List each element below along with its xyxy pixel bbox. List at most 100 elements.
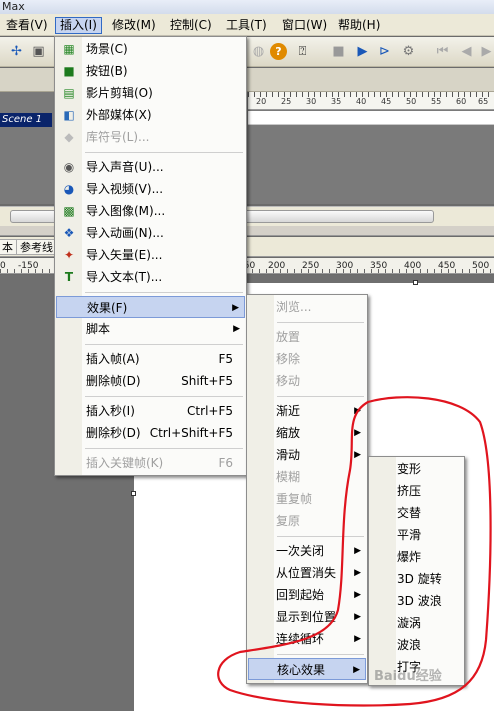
select-icon[interactable]: ▣ bbox=[30, 43, 47, 60]
effects-item-close-once[interactable]: 一次关闭 ▶ bbox=[248, 540, 366, 562]
submenu-arrow-icon: ▶ bbox=[354, 450, 361, 460]
timeline-ruler-label: 25 bbox=[281, 97, 292, 106]
submenu-arrow-icon: ▶ bbox=[354, 546, 361, 556]
effects-item-core-effects[interactable]: 核心效果 ▶ bbox=[248, 658, 366, 680]
timeline-ruler-label: 50 bbox=[406, 97, 417, 106]
scene-row[interactable]: Scene 1 bbox=[0, 113, 52, 127]
effects-item-zoom[interactable]: 缩放 ▶ bbox=[248, 422, 366, 444]
canvas-handle[interactable] bbox=[413, 280, 418, 285]
effects-item-vanish[interactable]: 从位置消失 ▶ bbox=[248, 562, 366, 584]
menu-item-effects[interactable]: 效果(F) ▶ bbox=[56, 296, 245, 318]
submenu-arrow-icon: ▶ bbox=[354, 428, 361, 438]
core-item-3d-rotate[interactable]: 3D 旋转 bbox=[370, 568, 463, 590]
timeline-ruler-label: 30 bbox=[306, 97, 317, 106]
effects-item-fade[interactable]: 渐近 ▶ bbox=[248, 400, 366, 422]
menu-item-library-symbol[interactable]: ◆ 库符号(L)... bbox=[56, 126, 245, 148]
effects-item-browse[interactable]: 浏览... bbox=[248, 296, 366, 318]
menu-item-button[interactable]: ■ 按钮(B) bbox=[56, 60, 245, 82]
import-video-icon: ◕ bbox=[63, 182, 75, 196]
import-vector-icon: ✦ bbox=[63, 248, 75, 262]
menu-item-external-media[interactable]: ◧ 外部媒体(X) bbox=[56, 104, 245, 126]
effects-item-show-to-position[interactable]: 显示到位置 ▶ bbox=[248, 606, 366, 628]
menu-item-import-video[interactable]: ◕ 导入视频(V)... bbox=[56, 178, 245, 200]
prev-frame-icon[interactable]: ◀ bbox=[458, 43, 475, 60]
insert-menu: ▦ 场景(C) ■ 按钮(B) ▤ 影片剪辑(O) ◧ 外部媒体(X) ◆ 库符号(L).… bbox=[54, 36, 247, 476]
timeline-ruler-label: 55 bbox=[431, 97, 442, 106]
menu-control[interactable]: 控制(C) bbox=[166, 17, 216, 34]
next-frame-icon[interactable]: ▶ bbox=[478, 43, 494, 60]
effects-item-place[interactable]: 放置 bbox=[248, 326, 366, 348]
tab-left[interactable]: 本 bbox=[0, 239, 17, 255]
timeline-ruler-label: 60 bbox=[456, 97, 467, 106]
menu-item-import-animation[interactable]: ❖ 导入动画(N)... bbox=[56, 222, 245, 244]
lock-icon[interactable]: ◍ bbox=[250, 43, 267, 60]
submenu-arrow-icon: ▶ bbox=[233, 324, 240, 334]
timeline-ruler-label: 65 bbox=[478, 97, 489, 106]
core-item-smooth[interactable]: 平滑 bbox=[370, 524, 463, 546]
timeline-frames[interactable] bbox=[248, 111, 494, 125]
submenu-arrow-icon: ▶ bbox=[354, 406, 361, 416]
help-icon[interactable]: ? bbox=[270, 43, 287, 60]
stop-icon[interactable]: ■ bbox=[330, 43, 347, 60]
core-item-alternate[interactable]: 交替 bbox=[370, 502, 463, 524]
submenu-arrow-icon: ▶ bbox=[354, 568, 361, 578]
play-icon[interactable]: ▶ bbox=[354, 43, 371, 60]
tab-guides[interactable]: 参考线 bbox=[16, 239, 57, 255]
menu-modify[interactable]: 修改(M) bbox=[108, 17, 160, 34]
context-help-icon[interactable]: ⍰ bbox=[294, 43, 311, 60]
import-sound-icon: ◉ bbox=[63, 160, 75, 174]
timeline-ruler-label: 45 bbox=[381, 97, 392, 106]
menu-item-scene[interactable]: ▦ 场景(C) bbox=[56, 38, 245, 60]
menu-item-import-image[interactable]: ▩ 导入图像(M)... bbox=[56, 200, 245, 222]
library-symbol-icon: ◆ bbox=[64, 130, 74, 144]
core-item-morph[interactable]: 变形 bbox=[370, 458, 463, 480]
submenu-arrow-icon: ▶ bbox=[354, 612, 361, 622]
window-title: Max bbox=[0, 0, 494, 14]
canvas-handle[interactable] bbox=[131, 491, 136, 496]
menu-item-delete-second[interactable]: 删除秒(D) Ctrl+Shift+F5 bbox=[56, 422, 245, 444]
menu-item-movieclip[interactable]: ▤ 影片剪辑(O) bbox=[56, 82, 245, 104]
watermark: Baidu经验 bbox=[374, 669, 442, 684]
menu-view[interactable]: 查看(V) bbox=[2, 17, 52, 34]
menu-help[interactable]: 帮助(H) bbox=[334, 17, 384, 34]
menu-item-insert-second[interactable]: 插入秒(I) Ctrl+F5 bbox=[56, 400, 245, 422]
core-item-wave[interactable]: 波浪 bbox=[370, 634, 463, 656]
timeline-ruler-label: 35 bbox=[331, 97, 342, 106]
core-item-vortex[interactable]: 漩涡 bbox=[370, 612, 463, 634]
menu-bar: 查看(V) 插入(I) 修改(M) 控制(C) 工具(T) 窗口(W) 帮助(H… bbox=[0, 14, 494, 36]
menu-item-import-text[interactable]: T 导入文本(T)... bbox=[56, 266, 245, 288]
menu-tools[interactable]: 工具(T) bbox=[222, 17, 271, 34]
effects-item-move[interactable]: 移动 bbox=[248, 370, 366, 392]
submenu-arrow-icon: ▶ bbox=[232, 303, 239, 313]
core-effects-submenu: 变形 挤压 交替 平滑 爆炸 3D 旋转 3D 波浪 漩涡 波浪 打字 bbox=[368, 456, 465, 686]
effects-item-remove[interactable]: 移除 bbox=[248, 348, 366, 370]
menu-item-insert-frame[interactable]: 插入帧(A) F5 bbox=[56, 348, 245, 370]
effects-item-loop[interactable]: 连续循环 ▶ bbox=[248, 628, 366, 650]
effects-item-slide[interactable]: 滑动 ▶ bbox=[248, 444, 366, 466]
effects-item-restore[interactable]: 复原 bbox=[248, 510, 366, 532]
scene-icon: ▦ bbox=[63, 42, 75, 56]
import-animation-icon: ❖ bbox=[63, 226, 75, 240]
core-item-3d-wave[interactable]: 3D 波浪 bbox=[370, 590, 463, 612]
menu-window[interactable]: 窗口(W) bbox=[278, 17, 331, 34]
play-options-icon[interactable]: ⚙ bbox=[400, 43, 417, 60]
effects-item-return-start[interactable]: 回到起始 ▶ bbox=[248, 584, 366, 606]
menu-item-delete-frame[interactable]: 删除帧(D) Shift+F5 bbox=[56, 370, 245, 392]
first-frame-icon[interactable]: ⏮ bbox=[434, 43, 451, 60]
submenu-arrow-icon: ▶ bbox=[354, 590, 361, 600]
menu-item-import-vector[interactable]: ✦ 导入矢量(E)... bbox=[56, 244, 245, 266]
menu-item-import-sound[interactable]: ◉ 导入声音(U)... bbox=[56, 156, 245, 178]
effects-item-blur[interactable]: 模糊 bbox=[248, 466, 366, 488]
effects-item-repeat-frame[interactable]: 重复帧 bbox=[248, 488, 366, 510]
button-icon: ■ bbox=[63, 64, 75, 78]
core-item-squeeze[interactable]: 挤压 bbox=[370, 480, 463, 502]
menu-item-script[interactable]: 脚本 ▶ bbox=[56, 318, 245, 340]
add-keyframe-icon[interactable]: ✢ bbox=[8, 43, 25, 60]
menu-item-insert-keyframe[interactable]: 插入关键帧(K) F6 bbox=[56, 452, 245, 474]
timeline-ruler[interactable]: 20 25 30 35 40 45 50 55 60 65 bbox=[248, 92, 494, 110]
timeline-ruler-label: 20 bbox=[256, 97, 267, 106]
submenu-arrow-icon: ▶ bbox=[353, 665, 360, 675]
play-scene-icon[interactable]: ⊳ bbox=[376, 43, 393, 60]
menu-insert[interactable]: 插入(I) bbox=[55, 17, 102, 34]
core-item-explode[interactable]: 爆炸 bbox=[370, 546, 463, 568]
